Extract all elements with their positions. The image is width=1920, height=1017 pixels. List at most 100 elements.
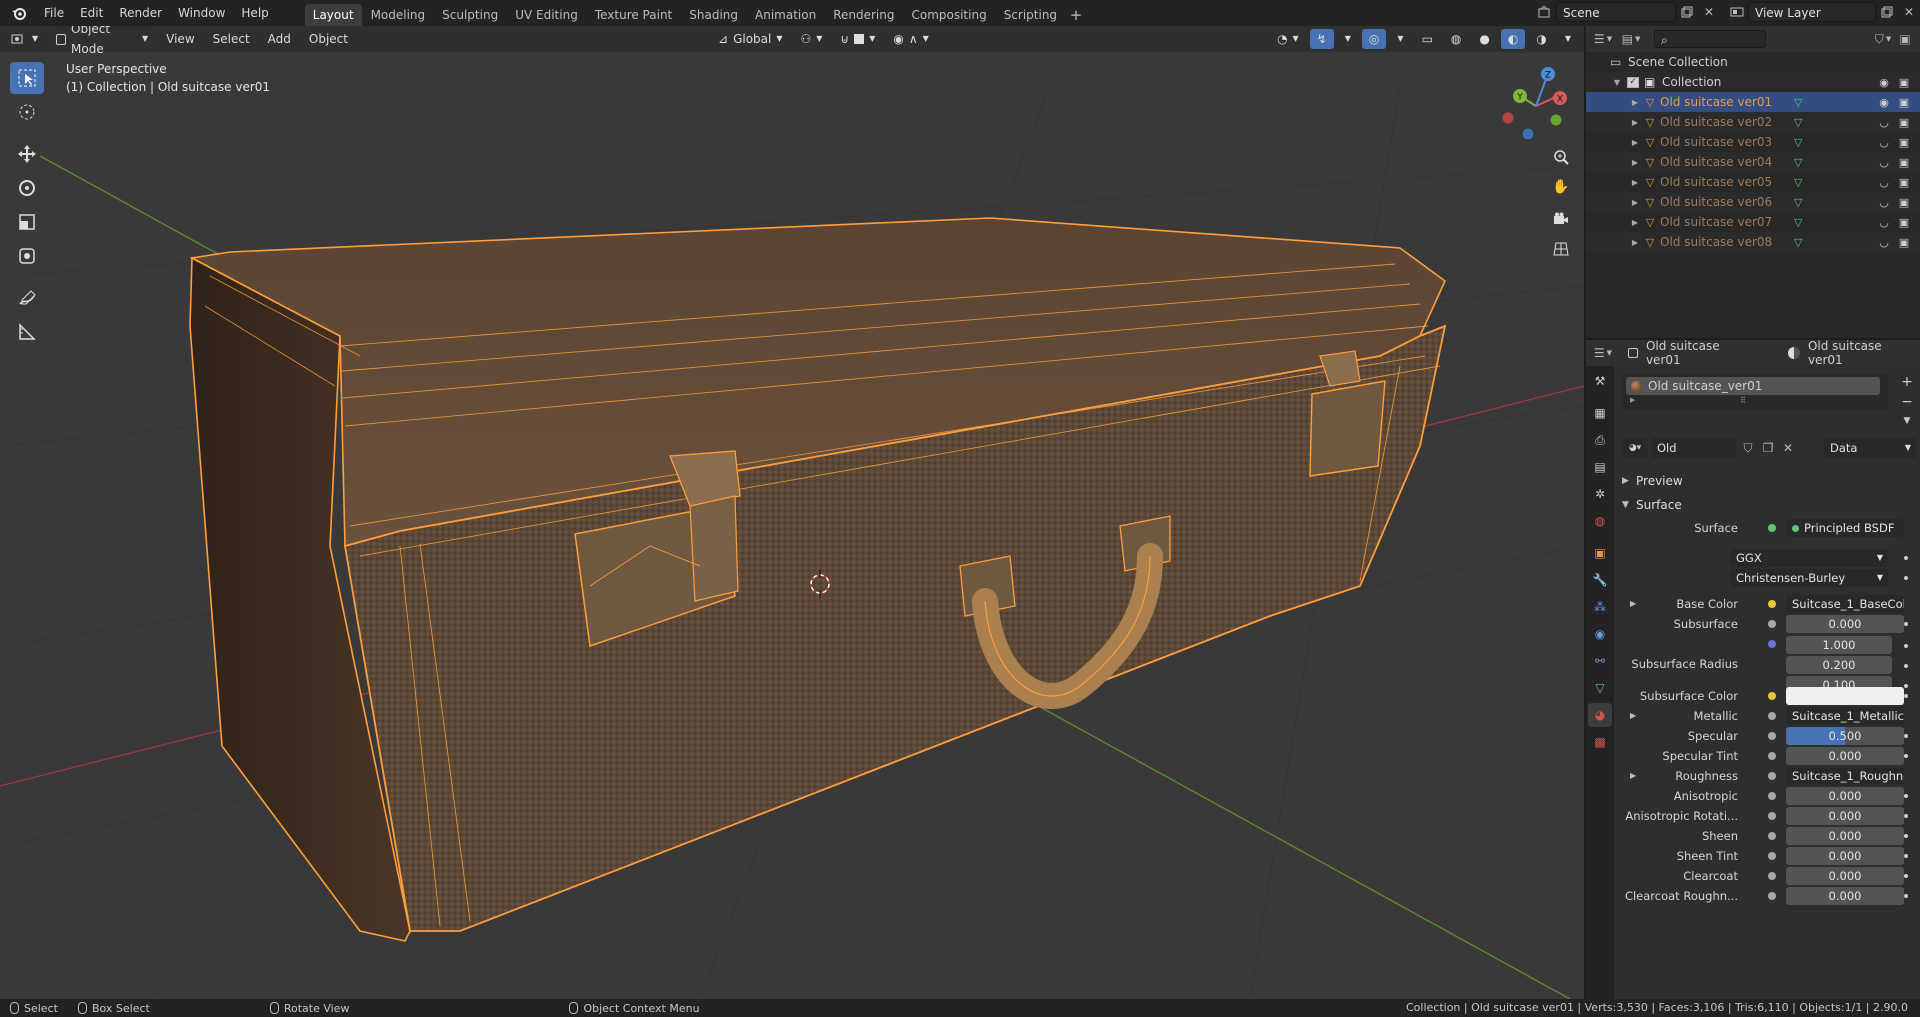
subsurface-color-swatch[interactable]: [1786, 687, 1904, 705]
filter-icon[interactable]: ⛉ ▼: [1872, 29, 1894, 49]
tool-tab-icon[interactable]: ⚒: [1588, 369, 1612, 393]
expand-arrow-icon[interactable]: ▶: [1630, 218, 1640, 227]
editor-type-button[interactable]: ▼: [4, 29, 45, 49]
view-layer-icon[interactable]: [1726, 2, 1748, 22]
expand-arrow-icon[interactable]: ▶: [1630, 238, 1640, 247]
rotate-tool[interactable]: [10, 172, 44, 204]
mesh-data-icon[interactable]: ▽: [1794, 196, 1802, 209]
view-layer-field[interactable]: View Layer: [1748, 2, 1876, 22]
camera-icon[interactable]: ▣: [1896, 136, 1912, 149]
outliner-editor-type-button[interactable]: ☰ ▼: [1592, 29, 1614, 49]
menu-select[interactable]: Select: [206, 29, 257, 49]
subsurface-method-dropdown[interactable]: Christensen-Burley ▼: [1730, 569, 1888, 587]
modifier-tab-icon[interactable]: 🔧: [1588, 568, 1612, 592]
shading-wireframe-button[interactable]: ◍: [1444, 29, 1468, 49]
tab-sculpting[interactable]: Sculpting: [434, 4, 506, 26]
keyframe-dot-icon[interactable]: [1904, 874, 1908, 878]
shading-solid-button[interactable]: ●: [1472, 29, 1496, 49]
keyframe-dot-icon[interactable]: [1904, 694, 1908, 698]
gizmo-neg-y-button[interactable]: [1550, 114, 1562, 126]
camera-view-icon[interactable]: [1548, 206, 1574, 232]
sheen-tint-field[interactable]: 0.000: [1786, 847, 1904, 865]
proportional-edit-toggle[interactable]: ◉ ∧ ▼: [886, 29, 935, 49]
socket-dot-icon[interactable]: [1768, 892, 1776, 900]
surface-link-field[interactable]: Principled BSDF: [1786, 519, 1904, 537]
socket-dot-icon[interactable]: [1768, 792, 1776, 800]
keyframe-dot-icon[interactable]: [1904, 644, 1908, 648]
link-mode-dropdown[interactable]: Data ▼: [1824, 438, 1916, 458]
keyframe-dot-icon[interactable]: [1904, 754, 1908, 758]
keyframe-dot-icon[interactable]: [1904, 834, 1908, 838]
keyframe-dot-icon[interactable]: [1904, 814, 1908, 818]
camera-icon[interactable]: ▣: [1896, 216, 1912, 229]
transform-tool[interactable]: [10, 240, 44, 272]
camera-icon[interactable]: ▣: [1896, 96, 1912, 109]
camera-icon[interactable]: ▣: [1896, 76, 1912, 89]
expand-arrow-icon[interactable]: ▶: [1630, 158, 1640, 167]
outliner-row-object[interactable]: ▶ ▽ Old suitcase ver03 ▽ ◡ ▣: [1586, 132, 1920, 152]
socket-dot-icon[interactable]: [1768, 732, 1776, 740]
socket-dot-icon[interactable]: [1768, 640, 1776, 648]
overlays-dropdown[interactable]: ▼: [1390, 29, 1410, 49]
mode-dropdown[interactable]: Object Mode ▼: [49, 26, 156, 56]
shading-rendered-button[interactable]: ◑: [1529, 29, 1553, 49]
outliner-row-object[interactable]: ▶ ▽ Old suitcase ver06 ▽ ◡ ▣: [1586, 192, 1920, 212]
subsurface-field[interactable]: 0.000: [1786, 615, 1904, 633]
tab-texture-paint[interactable]: Texture Paint: [587, 4, 680, 26]
outliner-row-object[interactable]: ▶ ▽ Old suitcase ver07 ▽ ◡ ▣: [1586, 212, 1920, 232]
zoom-icon[interactable]: [1548, 144, 1574, 170]
checkbox-icon[interactable]: ✓: [1627, 76, 1639, 88]
expand-arrow-icon[interactable]: ▶: [1630, 138, 1640, 147]
particles-tab-icon[interactable]: ⁂: [1588, 595, 1612, 619]
tab-shading[interactable]: Shading: [681, 4, 746, 26]
keyframe-dot-icon[interactable]: [1904, 556, 1908, 560]
distribution-dropdown[interactable]: GGX ▼: [1730, 549, 1888, 567]
keyframe-dot-icon[interactable]: [1904, 894, 1908, 898]
eye-closed-icon[interactable]: ◡: [1876, 156, 1892, 169]
new-view-layer-icon[interactable]: [1876, 2, 1898, 22]
menu-window[interactable]: Window: [170, 2, 233, 24]
mesh-data-icon[interactable]: ▽: [1794, 236, 1802, 249]
world-tab-icon[interactable]: ◍: [1588, 509, 1612, 533]
socket-dot-icon[interactable]: [1768, 832, 1776, 840]
tab-rendering[interactable]: Rendering: [825, 4, 902, 26]
menu-edit[interactable]: Edit: [72, 2, 111, 24]
clearcoat-field[interactable]: 0.000: [1786, 867, 1904, 885]
xray-toggle[interactable]: ▭: [1415, 29, 1440, 49]
expand-arrow-icon[interactable]: ▶: [1630, 396, 1635, 404]
3d-viewport[interactable]: ▼ Object Mode ▼ View Select Add Object ⊿…: [0, 26, 1584, 999]
sheen-field[interactable]: 0.000: [1786, 827, 1904, 845]
menu-view[interactable]: View: [159, 29, 201, 49]
texture-tab-icon[interactable]: ▩: [1588, 730, 1612, 754]
overlays-toggle[interactable]: ◎: [1361, 29, 1387, 49]
eye-closed-icon[interactable]: ◡: [1876, 136, 1892, 149]
tab-modeling[interactable]: Modeling: [363, 4, 434, 26]
new-collection-icon[interactable]: ▣: [1894, 29, 1916, 49]
eye-closed-icon[interactable]: ◡: [1876, 236, 1892, 249]
camera-icon[interactable]: ▣: [1896, 236, 1912, 249]
eye-closed-icon[interactable]: ◡: [1876, 116, 1892, 129]
expand-arrow-icon[interactable]: ▼: [1612, 78, 1622, 87]
mesh-data-icon[interactable]: ▽: [1794, 216, 1802, 229]
camera-icon[interactable]: ▣: [1896, 156, 1912, 169]
navigation-gizmo[interactable]: X Y Z: [1496, 62, 1576, 142]
gizmo-neg-x-button[interactable]: [1502, 112, 1514, 124]
outliner-row-object[interactable]: ▶ ▽ Old suitcase ver01 ▽ ◉ ▣: [1586, 92, 1920, 112]
specular-tint-field[interactable]: 0.000: [1786, 747, 1904, 765]
roughness-link-field[interactable]: Suitcase_1_Roughness.png: [1786, 767, 1904, 785]
socket-dot-icon[interactable]: [1768, 712, 1776, 720]
annotate-tool[interactable]: [10, 282, 44, 314]
socket-dot-icon[interactable]: [1768, 752, 1776, 760]
mesh-data-icon[interactable]: ▽: [1794, 116, 1802, 129]
add-workspace-button[interactable]: +: [1066, 4, 1086, 26]
visibility-dropdown[interactable]: ◔ ▼: [1270, 29, 1306, 49]
eye-icon[interactable]: ◉: [1876, 96, 1892, 109]
outliner-row-object[interactable]: ▶ ▽ Old suitcase ver02 ▽ ◡ ▣: [1586, 112, 1920, 132]
remove-slot-button[interactable]: −: [1898, 394, 1916, 412]
new-scene-icon[interactable]: [1676, 2, 1698, 22]
socket-dot-icon[interactable]: [1768, 812, 1776, 820]
tab-layout[interactable]: Layout: [304, 4, 362, 26]
keyframe-dot-icon[interactable]: [1904, 622, 1908, 626]
render-tab-icon[interactable]: ▦: [1588, 401, 1612, 425]
view-layer-tab-icon[interactable]: ▤: [1588, 455, 1612, 479]
